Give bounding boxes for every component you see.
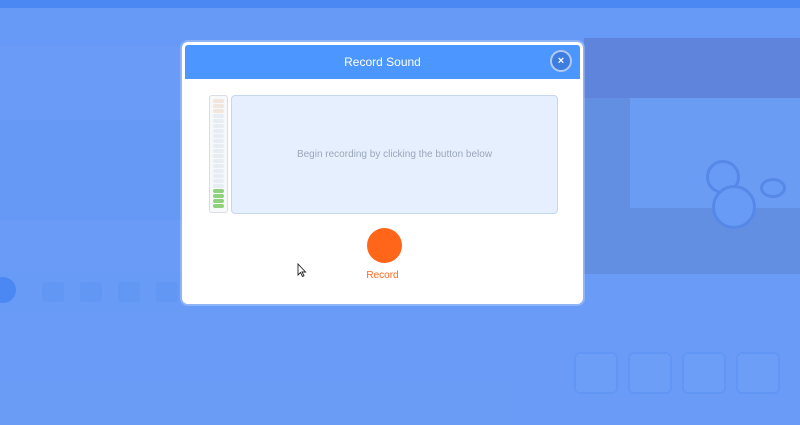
level-meter-segment: [213, 179, 224, 183]
dialog-title: Record Sound: [344, 55, 421, 69]
level-meter-segment: [213, 114, 224, 118]
dialog-header: Record Sound ×: [185, 45, 580, 79]
level-meter-segment: [213, 189, 224, 193]
close-icon: ×: [557, 55, 565, 67]
level-meter-segment: [213, 169, 224, 173]
level-meter-segment: [213, 144, 224, 148]
level-meter-segment: [213, 134, 224, 138]
mouse-cursor-icon: [297, 263, 307, 277]
level-meter-segment: [213, 194, 224, 198]
level-meter-segment: [213, 159, 224, 163]
level-meter-segment: [213, 184, 224, 188]
level-meter-segment: [213, 199, 224, 203]
level-meter: [209, 95, 228, 213]
close-button[interactable]: ×: [550, 50, 572, 72]
level-meter-segment: [213, 124, 224, 128]
level-meter-segment: [213, 174, 224, 178]
waveform-area: Begin recording by clicking the button b…: [231, 95, 558, 214]
level-meter-segment: [213, 99, 224, 103]
level-meter-segment: [213, 109, 224, 113]
level-meter-segment: [213, 149, 224, 153]
level-meter-segment: [213, 119, 224, 123]
level-meter-segment: [213, 129, 224, 133]
level-meter-segment: [213, 204, 224, 208]
level-meter-segment: [213, 139, 224, 143]
level-meter-segment: [213, 104, 224, 108]
recording-hint: Begin recording by clicking the button b…: [296, 149, 493, 160]
record-label: Record: [366, 270, 399, 281]
record-sound-dialog: Record Sound × Begin recording by clicki…: [182, 42, 583, 304]
level-meter-segment: [213, 164, 224, 168]
record-button[interactable]: [367, 228, 402, 263]
level-meter-segment: [213, 154, 224, 158]
